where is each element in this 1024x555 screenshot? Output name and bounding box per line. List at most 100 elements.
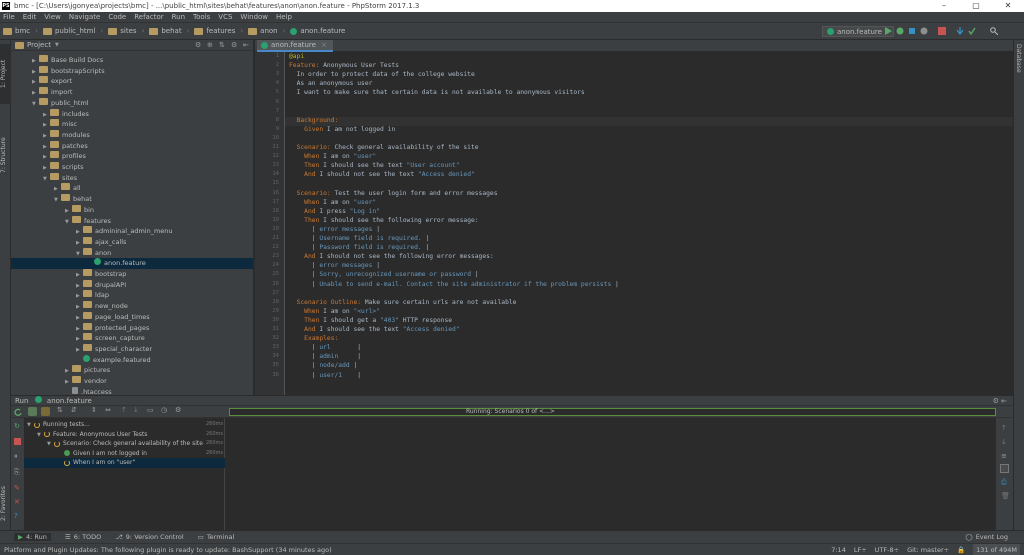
menu-edit[interactable]: Edit [23, 13, 37, 21]
todo-tool-tab[interactable]: ☰ 6: TODO [65, 533, 101, 541]
line-separator[interactable]: LF÷ [854, 544, 867, 555]
file-encoding[interactable]: UTF-8÷ [875, 544, 899, 555]
test-tree-item[interactable]: ▼ Running tests... 260ms [24, 420, 225, 430]
project-tree-item[interactable]: ▶ all [11, 183, 253, 194]
project-tree-item[interactable]: example.featured [11, 354, 253, 366]
project-tree-item[interactable]: ▶ ajax_calls [11, 236, 253, 248]
git-branch[interactable]: Git: master÷ [907, 544, 949, 555]
test-tree-item[interactable]: Given I am not logged in 260ms [24, 449, 225, 459]
previous-failed-icon[interactable]: ↑ [121, 406, 127, 414]
project-tree-item[interactable]: ▶ modules [11, 129, 253, 141]
project-tree-item[interactable]: ▶ bootstrap [11, 269, 253, 280]
chevron-down-icon[interactable]: ▼ [55, 40, 59, 51]
expand-all-icon[interactable]: ⇕ [91, 406, 97, 414]
code-editor[interactable]: 1 2 3 4 5 6 7 8 9 10 11 12 13 14 15 16 17 18 19 20 21 22 23 24 2… [255, 52, 1013, 395]
terminal-tool-tab[interactable]: ▭ Terminal [198, 533, 235, 541]
hide-panel-icon[interactable]: ⇤ [243, 40, 249, 51]
sort-duration-icon[interactable]: ⇵ [71, 406, 77, 414]
show-passed-icon[interactable] [28, 407, 37, 416]
menu-refactor[interactable]: Refactor [134, 13, 163, 21]
project-tree-item[interactable]: ▶ pictures [11, 365, 253, 376]
rerun-icon[interactable] [14, 408, 22, 416]
event-log-tool-tab[interactable]: ◯ Event Log [965, 533, 1008, 541]
scroll-from-source-icon[interactable]: ⊕ [207, 40, 213, 51]
project-tree-item[interactable]: ▶ ldap [11, 290, 253, 301]
scroll-up-icon[interactable]: ↑ [1001, 424, 1007, 432]
project-tree-item[interactable]: ▼ behat [11, 194, 253, 205]
maximize-icon[interactable]: ▢ [960, 0, 992, 12]
test-tree-item[interactable]: ▼ Scenario: Check general availability of… [24, 439, 225, 449]
project-tree-item[interactable]: ▼ sites [11, 172, 253, 184]
breadcrumb-public-html[interactable]: public_html › [42, 27, 103, 35]
breadcrumb-bmc[interactable]: bmc › [3, 27, 38, 35]
status-message[interactable]: Platform and Plugin Updates: The followi… [4, 546, 332, 554]
test-tree-item[interactable]: ▼ Feature: Anonymous User Tests 260ms [24, 430, 225, 440]
vcs-update-icon[interactable] [956, 27, 964, 35]
menu-window[interactable]: Window [240, 13, 268, 21]
gear-icon[interactable]: ⚙ [231, 40, 237, 51]
close-window-icon[interactable]: ✕ [992, 0, 1024, 12]
minimize-icon[interactable]: – [928, 0, 960, 12]
project-tree-item[interactable]: ▶ import [11, 87, 253, 98]
menu-code[interactable]: Code [108, 13, 126, 21]
run-console-output[interactable] [225, 418, 996, 530]
run-tool-tab[interactable]: ▶ 4: Run [14, 533, 51, 541]
hide-panel-icon[interactable]: ⚙ ⇤ [993, 396, 1007, 406]
structure-tool-tab[interactable]: 7: Structure [0, 130, 11, 180]
menu-run[interactable]: Run [172, 13, 185, 21]
search-everywhere-icon[interactable] [990, 27, 998, 35]
export-icon[interactable]: ▭ [147, 406, 154, 414]
project-tree-item[interactable]: ▶ patches [11, 140, 253, 152]
settings-gear-icon[interactable]: ⚙ [195, 40, 201, 51]
profile-icon[interactable] [920, 27, 928, 35]
debug-icon[interactable] [896, 27, 904, 35]
project-tree-item[interactable]: ▶ bin [11, 204, 253, 216]
breadcrumb-anon-feature[interactable]: anon.feature [290, 27, 345, 35]
next-failed-icon[interactable]: ↓ [133, 406, 139, 414]
project-tree-item[interactable]: ▶ export [11, 76, 253, 87]
project-tree-item[interactable]: ▶ protected_pages [11, 322, 253, 334]
collapse-all-icon[interactable]: ⇅ [219, 40, 225, 51]
print-icon[interactable]: ⎙ [1001, 478, 1007, 487]
scroll-to-end-icon[interactable] [1000, 464, 1009, 473]
menu-vcs[interactable]: VCS [218, 13, 232, 21]
menu-view[interactable]: View [44, 13, 61, 21]
project-tree-item[interactable]: ▶ admininal_admin_menu [11, 226, 253, 237]
favorites-tool-tab[interactable]: 2: Favorites [0, 480, 11, 528]
soft-wrap-icon[interactable]: ≡ [1001, 452, 1007, 460]
scroll-down-icon[interactable]: ↓ [1001, 438, 1007, 446]
menu-navigate[interactable]: Navigate [69, 13, 100, 21]
close-run-icon[interactable]: ✕ [14, 498, 20, 506]
breadcrumb-anon[interactable]: anon › [248, 27, 285, 35]
menu-help[interactable]: Help [276, 13, 292, 21]
pin-tab-icon[interactable]: ✎ [14, 484, 20, 492]
project-tree-item[interactable]: ▶ scripts [11, 162, 253, 173]
lock-icon[interactable]: 🔒 [957, 544, 965, 555]
project-tree-item[interactable]: ▶ page_load_times [11, 311, 253, 323]
coverage-icon[interactable] [908, 27, 916, 35]
project-tree-item[interactable]: ▼ public_html [11, 97, 253, 109]
help-icon[interactable]: ? [14, 512, 18, 520]
project-tree-item[interactable]: .htaccess [11, 386, 253, 395]
project-tree-item[interactable]: anon.feature [11, 258, 253, 269]
memory-indicator[interactable]: 131 of 494M [973, 544, 1020, 555]
settings-icon[interactable]: ⚙ [175, 406, 181, 414]
vcs-commit-icon[interactable] [968, 27, 976, 35]
project-tree-item[interactable]: ▼ features [11, 215, 253, 227]
breadcrumb-sites[interactable]: sites › [108, 27, 144, 35]
stop-icon[interactable] [14, 438, 21, 445]
project-tree-item[interactable]: ▼ anon [11, 247, 253, 259]
rerun-failed-icon[interactable]: ↻ [14, 422, 20, 430]
clear-all-icon[interactable]: 🗑 [1001, 492, 1010, 500]
menu-tools[interactable]: Tools [193, 13, 210, 21]
menu-file[interactable]: File [3, 13, 15, 21]
project-tree-item[interactable]: ▶ profiles [11, 151, 253, 162]
project-tree-item[interactable]: ▶ special_character [11, 343, 253, 355]
editor-tab-anon-feature[interactable]: anon.feature × [257, 40, 333, 52]
show-ignored-icon[interactable] [41, 407, 50, 416]
project-tree-item[interactable]: ▶ bootstrapScripts [11, 65, 253, 77]
close-tab-icon[interactable]: × [321, 39, 327, 51]
caret-position[interactable]: 7:14 [831, 544, 846, 555]
version-control-tool-tab[interactable]: ⎇ 9: Version Control [115, 533, 183, 541]
database-tool-tab[interactable]: Database [1015, 44, 1022, 73]
